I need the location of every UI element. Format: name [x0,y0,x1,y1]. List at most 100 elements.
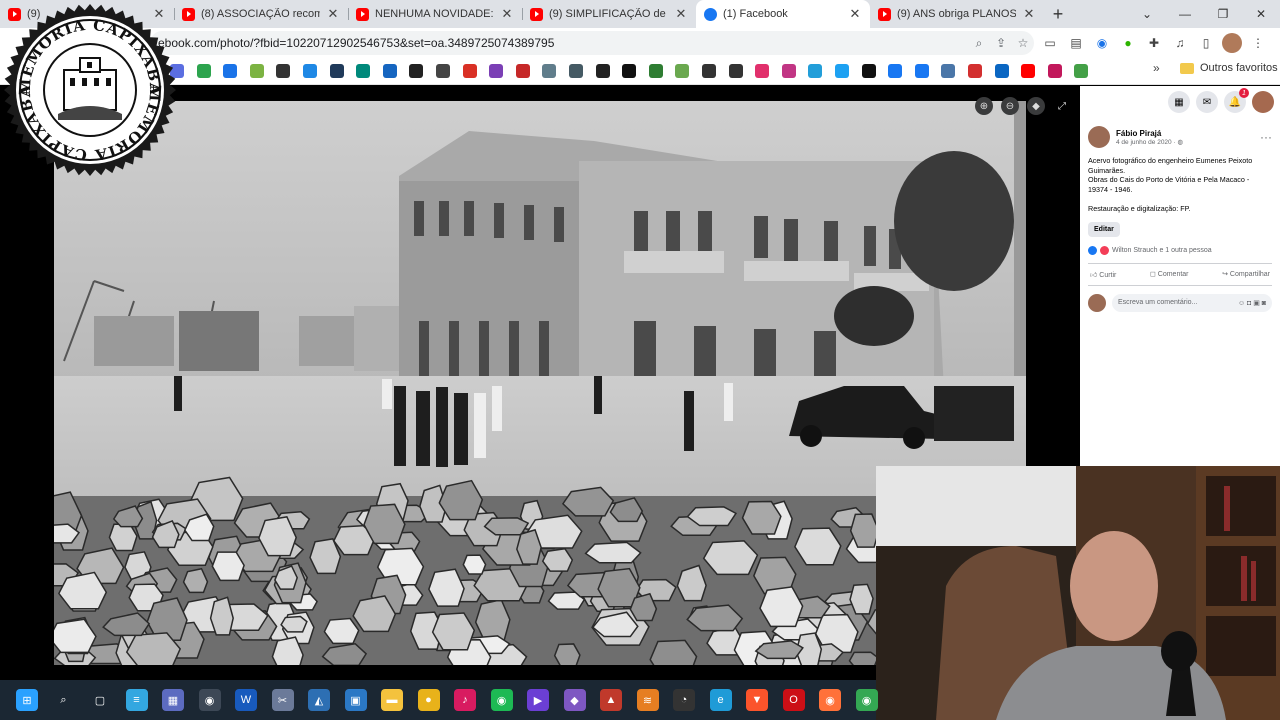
search-icon[interactable]: ⌕ [53,689,75,711]
media-player-icon[interactable]: ▶ [527,689,549,711]
messenger-icon[interactable]: ✉ [1196,91,1218,113]
bookmark-star-icon[interactable]: ☆ [1012,36,1034,50]
bookmark-favicon-icon[interactable] [569,64,583,78]
apps-grid-icon[interactable]: ▦ [1168,91,1190,113]
menu-icon[interactable]: ⋮ [1248,33,1268,53]
notifications-bell-icon[interactable]: 🔔 1 [1224,88,1249,113]
bookmark-favicon-icon[interactable] [462,64,477,78]
author-avatar[interactable] [1088,126,1110,148]
firefox-icon[interactable]: ◉ [819,689,841,711]
extension-icon[interactable]: ● [1118,33,1138,53]
close-tab-icon[interactable]: ✕ [674,6,688,22]
zoom-out-icon[interactable]: ⊖ [1001,97,1019,115]
tab-4[interactable]: (9) SIMPLIFICAÇÃO de REG ✕ [522,0,696,28]
bookmarks-folder-label[interactable]: Outros favoritos [1200,62,1278,74]
clock-app-icon[interactable]: ◔ [673,689,695,711]
photos-icon[interactable]: ◭ [308,689,330,711]
reactions-summary[interactable]: Wilton Strauch e 1 outra pessoa [1088,245,1272,255]
extension-icon[interactable]: ▭ [1040,33,1060,53]
coin-app-icon[interactable]: ● [417,689,440,711]
app-icon[interactable]: ◆ [563,689,586,711]
post-date[interactable]: 4 de junho de 2020 · ◍ [1116,138,1183,146]
opera-icon[interactable]: O [782,689,805,711]
bookmark-favicon-icon[interactable] [888,64,903,78]
audio-app-icon[interactable]: ≋ [636,689,659,711]
emoji-camera-gif-sticker-icons[interactable]: ☺ ◘ ▣ ◙ [1238,299,1266,307]
new-tab-button[interactable]: + [1044,0,1072,28]
post-author[interactable]: Fábio Pirajá [1116,129,1183,138]
minimize-button[interactable]: — [1166,0,1204,28]
account-avatar[interactable] [1252,91,1274,113]
bookmark-favicon-icon[interactable] [1021,64,1036,78]
bookmark-favicon-icon[interactable] [436,64,450,78]
bookmark-favicon-icon[interactable] [755,64,770,78]
bookmark-favicon-icon[interactable] [622,64,637,78]
camera-icon[interactable]: ◉ [198,689,221,711]
bookmark-favicon-icon[interactable] [356,64,371,78]
extension-icon[interactable]: ▤ [1066,33,1086,53]
like-button[interactable]: 👍︎ Curtir [1090,270,1116,279]
bookmark-favicon-icon[interactable] [781,64,796,78]
snipping-tool-icon[interactable]: ✂ [271,689,294,711]
bookmark-favicon-icon[interactable] [861,64,876,78]
bookmark-favicon-icon[interactable] [994,64,1009,78]
close-tab-icon[interactable]: ✕ [1022,6,1036,22]
spotify-icon[interactable]: ◉ [490,689,513,711]
bookmark-favicon-icon[interactable] [515,64,530,78]
bookmark-favicon-icon[interactable] [303,64,317,78]
extension-icon[interactable]: ◉ [1092,33,1112,53]
bookmark-favicon-icon[interactable] [223,64,238,78]
post-options-icon[interactable]: ··· [1260,130,1272,144]
task-view-icon[interactable]: ▢ [89,689,111,711]
chrome-icon[interactable]: ◉ [855,689,878,711]
bookmark-favicon-icon[interactable] [1074,64,1089,78]
bookmark-favicon-icon[interactable] [835,64,849,78]
bookmark-favicon-icon[interactable] [382,64,397,78]
bookmarks-overflow-icon[interactable]: » [1153,61,1160,75]
tab-3[interactable]: NENHUMA NOVIDADE: PO ✕ [348,0,522,28]
tab-5-facebook[interactable]: (1) Facebook ✕ [696,0,870,28]
bookmark-favicon-icon[interactable] [276,64,291,78]
comment-input[interactable]: Escreva um comentário... ☺ ◘ ▣ ◙ [1112,293,1272,312]
file-explorer-icon[interactable]: ▬ [381,689,403,711]
comment-button[interactable]: ◻ Comentar [1150,270,1189,279]
word-icon[interactable]: W [235,689,257,711]
bookmark-favicon-icon[interactable] [196,64,211,78]
tab-6[interactable]: (9) ANS obriga PLANOS de ✕ [870,0,1044,28]
close-window-button[interactable]: ✕ [1242,0,1280,28]
bookmark-favicon-icon[interactable] [489,64,504,78]
tab-2[interactable]: (8) ASSOCIAÇÃO recomend ✕ [174,0,348,28]
music-icon[interactable]: ♪ [454,689,476,711]
extensions-puzzle-icon[interactable]: ✚ [1144,33,1164,53]
media-icon[interactable]: ♫ [1170,33,1190,53]
share-icon[interactable]: ⇪ [990,36,1012,50]
calculator-icon[interactable]: ▦ [162,689,184,711]
address-bar[interactable]: ebook.com/photo/?fbid=10220712902546753&… [150,31,1034,55]
zoom-icon[interactable]: ⌕ [968,36,990,51]
bookmark-favicon-icon[interactable] [941,64,956,78]
close-tab-icon[interactable]: ✕ [848,6,862,22]
bookmark-favicon-icon[interactable] [728,64,743,78]
url-text[interactable]: ebook.com/photo/?fbid=10220712902546753&… [158,36,968,50]
bookmark-favicon-icon[interactable] [914,64,929,78]
fullscreen-icon[interactable]: ⤢ [1053,97,1071,115]
edit-button[interactable]: Editar [1088,221,1120,237]
brave-icon[interactable]: ▼ [746,689,768,711]
screen-sketch-icon[interactable]: ▣ [344,689,367,711]
bookmark-favicon-icon[interactable] [595,64,610,78]
bookmark-favicon-icon[interactable] [409,64,424,78]
bookmark-favicon-icon[interactable] [1047,64,1062,78]
zoom-in-icon[interactable]: ⊕ [975,97,993,115]
edge-icon[interactable]: e [709,689,732,711]
bookmark-favicon-icon[interactable] [542,64,557,78]
share-button[interactable]: ↪ Compartilhar [1222,270,1270,279]
tag-icon[interactable]: ◆ [1027,97,1045,115]
bookmark-favicon-icon[interactable] [329,64,344,78]
app-icon[interactable]: ▲ [600,689,622,711]
close-tab-icon[interactable]: ✕ [326,6,340,22]
bookmark-favicon-icon[interactable] [249,64,264,78]
tab-search-icon[interactable]: ⌄ [1128,0,1166,28]
notepad-icon[interactable]: ≡ [125,689,148,711]
bookmark-favicon-icon[interactable] [675,64,690,78]
bookmark-favicon-icon[interactable] [648,64,663,78]
